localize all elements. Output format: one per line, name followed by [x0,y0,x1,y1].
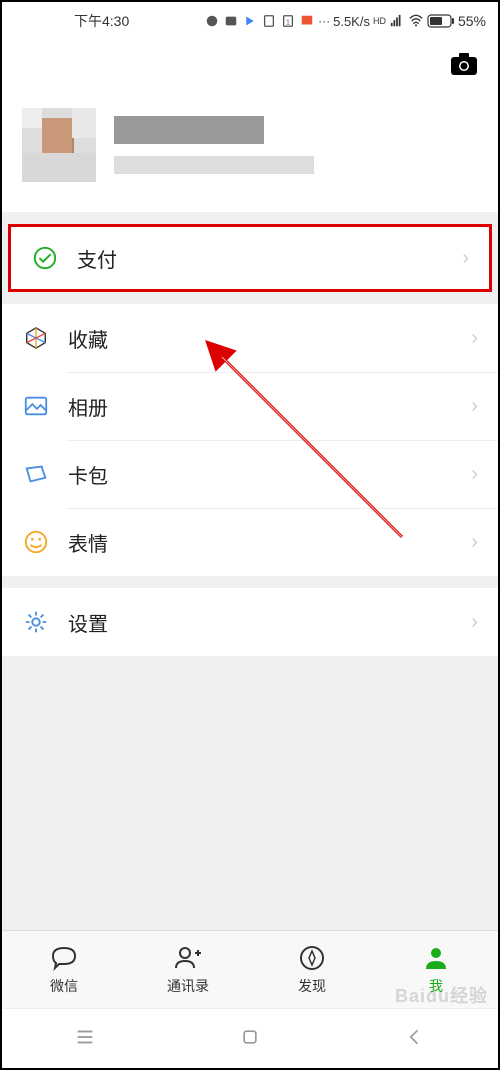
play-icon [242,13,258,29]
chevron-right-icon: › [462,247,469,270]
profile-name-redacted [114,116,264,144]
favorites-label: 收藏 [68,324,471,353]
flag-icon [299,13,315,29]
pay-label: 支付 [77,244,462,273]
person-icon [421,943,451,973]
pay-row[interactable]: 支付 › [11,227,489,289]
album-icon [22,392,50,420]
watermark: Baidu经验 [395,982,488,1008]
favorites-icon [22,324,50,352]
settings-row[interactable]: 设置 › [2,588,498,656]
tab-chat-label: 微信 [50,976,78,996]
nav-recent-button[interactable] [55,1026,115,1048]
cards-row[interactable]: 卡包 › [2,440,498,508]
features-section: 收藏 › 相册 › 卡包 › 表情 › [2,304,498,576]
avatar [22,108,96,182]
profile-text [114,116,478,174]
chevron-right-icon: › [471,611,478,634]
signal-icon [389,13,405,29]
sim-icon [261,13,277,29]
album-label: 相册 [68,392,471,421]
stickers-icon [22,528,50,556]
chevron-right-icon: › [471,327,478,350]
tab-chat[interactable]: 微信 [2,931,126,1008]
compass-icon [297,943,327,973]
contacts-icon [173,943,203,973]
tab-contacts-label: 通讯录 [167,976,209,996]
chat-bubble-icon [204,13,220,29]
pay-highlight-box: 支付 › [8,224,492,292]
chevron-right-icon: › [471,463,478,486]
favorites-row[interactable]: 收藏 › [2,304,498,372]
android-nav-bar [2,1008,498,1064]
status-time: 下午4:30 [74,11,129,31]
battery-icon [427,13,455,29]
profile-section[interactable] [2,88,498,212]
tab-discover[interactable]: 发现 [250,931,374,1008]
stickers-row[interactable]: 表情 › [2,508,498,576]
gear-icon [22,608,50,636]
profile-id-redacted [114,156,314,174]
status-bar: 下午4:30 1 ··· 5.5K/s HD [2,2,498,40]
svg-text:1: 1 [286,20,290,27]
tab-contacts[interactable]: 通讯录 [126,931,250,1008]
nav-back-button[interactable] [385,1027,445,1047]
cards-label: 卡包 [68,460,471,489]
stickers-label: 表情 [68,528,471,557]
album-row[interactable]: 相册 › [2,372,498,440]
message-icon [223,13,239,29]
chat-icon [49,943,79,973]
header [2,40,498,88]
status-dots: ··· [318,14,330,28]
battery-pct: 55% [458,13,486,29]
chevron-right-icon: › [471,395,478,418]
settings-section: 设置 › [2,588,498,656]
chevron-right-icon: › [471,531,478,554]
pay-icon [31,244,59,272]
cards-icon [22,460,50,488]
net-speed: 5.5K/s [333,14,370,29]
nav-home-button[interactable] [220,1027,280,1047]
sim1-icon: 1 [280,13,296,29]
wifi-icon [408,13,424,29]
camera-icon[interactable] [450,52,478,76]
settings-label: 设置 [68,608,471,637]
tab-discover-label: 发现 [298,976,326,996]
hd-label: HD [373,16,386,26]
status-icons: 1 ··· 5.5K/s HD 55% [204,13,486,29]
